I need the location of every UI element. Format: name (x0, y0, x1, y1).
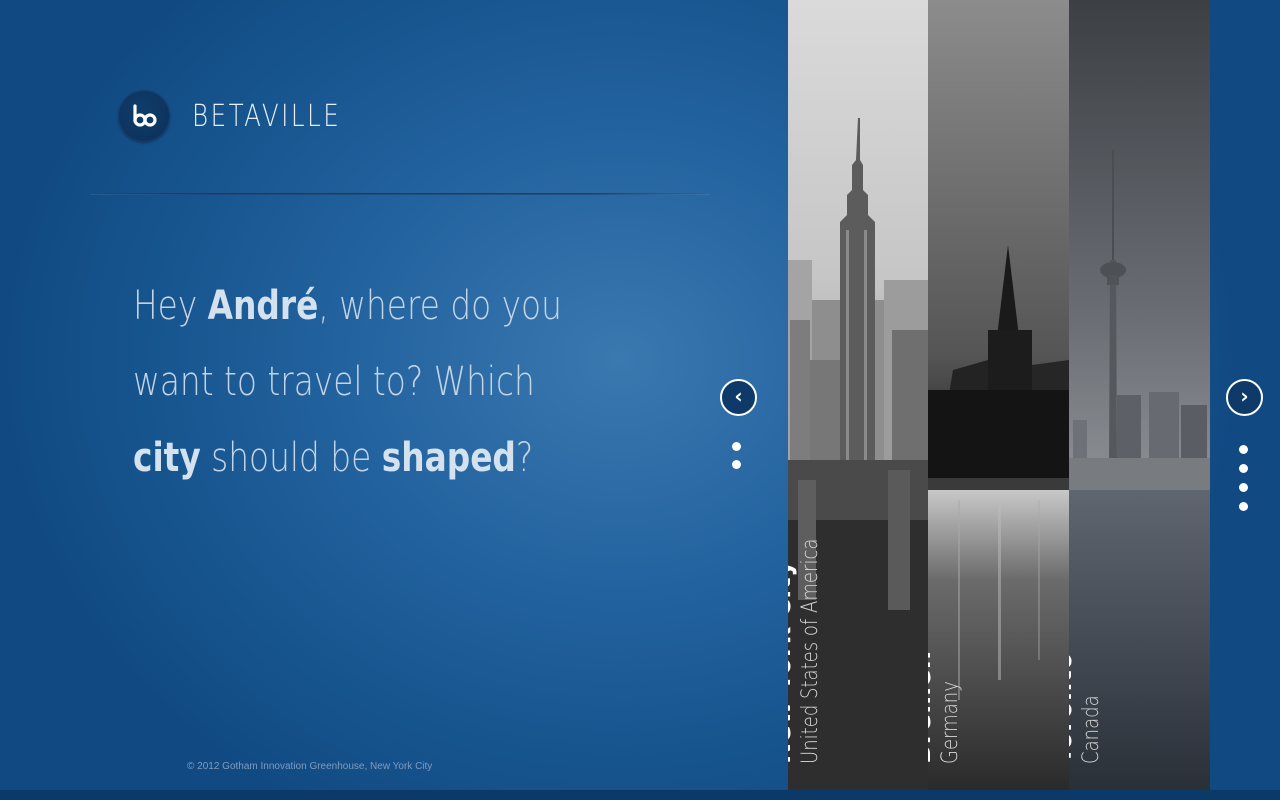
user-name: André (207, 283, 319, 329)
city-label: New York City United States of America (788, 489, 824, 764)
welcome-headline: Hey André, where do you want to travel t… (133, 268, 562, 496)
city-country: Germany (938, 681, 963, 764)
headline-line-1: Hey André, where do you (133, 283, 562, 329)
city-name: New York City (788, 559, 798, 764)
pager-dot[interactable] (1239, 445, 1248, 454)
pager-dot[interactable] (1239, 464, 1248, 473)
next-arrow-button[interactable]: › (1226, 379, 1263, 416)
city-name: Toronto (1069, 651, 1079, 764)
headline-line-2: want to travel to? Which (133, 359, 535, 405)
headline-line-3: city should be shaped? (133, 435, 534, 481)
city-name: Bremen (928, 650, 938, 764)
pager-dot[interactable] (732, 442, 741, 451)
pager-dots-right (1239, 445, 1248, 520)
copyright-text: © 2012 Gotham Innovation Greenhouse, New… (187, 761, 433, 772)
brand-logo[interactable]: BETAVILLE (118, 90, 374, 142)
city-card-toronto[interactable]: Toronto Canada (1069, 0, 1210, 790)
logo-mark-icon (118, 90, 170, 142)
city-carousel: New York City United States of America B… (788, 0, 1210, 790)
header-divider (90, 193, 710, 195)
chevron-left-icon: ‹ (734, 384, 743, 408)
prev-arrow-button[interactable]: ‹ (720, 379, 757, 416)
brand-name: BETAVILLE (192, 98, 342, 134)
city-label: Bremen Germany (928, 626, 964, 764)
city-card-new-york[interactable]: New York City United States of America (788, 0, 928, 790)
city-label: Toronto Canada (1069, 627, 1105, 764)
pager-dot[interactable] (1239, 483, 1248, 492)
pager-dots-left (732, 442, 741, 478)
chevron-right-icon: › (1240, 384, 1249, 408)
city-country: Canada (1079, 695, 1104, 764)
city-country: United States of America (798, 538, 823, 764)
pager-dot[interactable] (732, 460, 741, 469)
bottom-bar (0, 790, 1280, 800)
pager-dot[interactable] (1239, 502, 1248, 511)
city-card-bremen[interactable]: Bremen Germany (928, 0, 1069, 790)
